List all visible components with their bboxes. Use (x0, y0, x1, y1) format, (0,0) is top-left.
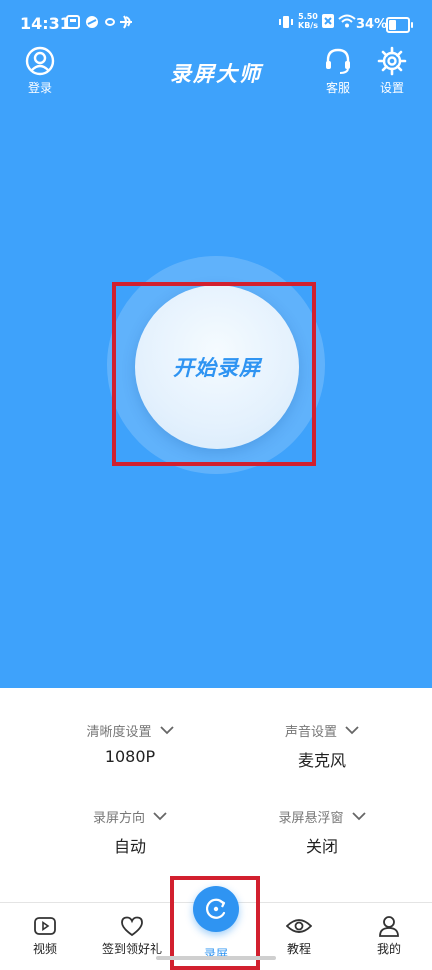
settings-label: 设置 (379, 81, 404, 95)
headset-icon (326, 48, 350, 74)
floating-window-label: 录屏悬浮窗 (278, 811, 344, 826)
battery-percent: 34% (356, 17, 388, 32)
net-speed-unit: KB/s (298, 21, 318, 30)
sound-label: 声音设置 (284, 725, 337, 740)
gear-icon (377, 46, 407, 76)
tab-tutorial[interactable]: 教程 (256, 915, 342, 957)
highlight-box-record-button (112, 282, 316, 466)
sound-setting[interactable]: 声音设置 麦克风 (222, 721, 422, 771)
tab-tutorial-label: 教程 (286, 942, 311, 956)
wifi-icon (338, 14, 356, 28)
battery-level (389, 20, 396, 30)
floating-window-setting[interactable]: 录屏悬浮窗 关闭 (222, 807, 422, 857)
clarity-value: 1080P (104, 747, 156, 766)
chevron-down-icon (351, 812, 366, 821)
battery-icon (386, 17, 413, 33)
service-label: 客服 (325, 81, 350, 95)
tab-mine[interactable]: 我的 (346, 915, 432, 957)
floating-window-value: 关闭 (305, 837, 338, 856)
tab-mine-label: 我的 (376, 942, 401, 956)
net-speed-value: 5.50 (298, 12, 318, 21)
clarity-label: 清晰度设置 (86, 725, 152, 740)
orientation-value: 自动 (113, 837, 146, 856)
orientation-label: 录屏方向 (92, 811, 145, 826)
person-icon (379, 916, 399, 937)
status-time: 14:31 (20, 14, 71, 33)
notification-icon (66, 15, 132, 29)
clarity-label-row: 清晰度设置 (86, 721, 174, 740)
orientation-label-row: 录屏方向 (93, 807, 167, 826)
vibrate-icon (278, 14, 294, 30)
tab-video-label: 视频 (32, 942, 57, 956)
notification-icons (66, 14, 136, 30)
sound-label-row: 声音设置 (285, 721, 359, 740)
settings-button[interactable]: 设置 (362, 46, 422, 96)
tab-video[interactable]: 视频 (2, 915, 88, 957)
floating-window-label-row: 录屏悬浮窗 (278, 807, 366, 826)
net-speed: 5.50 KB/s (298, 12, 318, 30)
eye-icon (286, 919, 312, 933)
sim-icon (322, 14, 334, 28)
main-header-area: 14:31 5.50 KB/s 34% 登录 录屏大师 客服 设置 开始录屏 (0, 0, 432, 688)
heart-icon (121, 916, 143, 937)
status-bar: 14:31 5.50 KB/s 34% (0, 0, 432, 48)
chevron-down-icon (159, 726, 174, 735)
sound-value: 麦克风 (297, 751, 346, 770)
record-settings-panel: 清晰度设置 1080P 声音设置 麦克风 录屏方向 自动 录屏悬浮窗 关闭 (0, 688, 432, 902)
play-icon (34, 917, 56, 935)
tab-checkin[interactable]: 签到领好礼 (89, 915, 175, 957)
home-indicator (156, 956, 276, 960)
orientation-setting[interactable]: 录屏方向 自动 (30, 807, 230, 857)
chevron-down-icon (153, 812, 167, 821)
tab-checkin-label: 签到领好礼 (101, 942, 162, 956)
chevron-down-icon (345, 726, 359, 735)
clarity-setting[interactable]: 清晰度设置 1080P (30, 721, 230, 766)
customer-service-button[interactable]: 客服 (308, 46, 368, 96)
